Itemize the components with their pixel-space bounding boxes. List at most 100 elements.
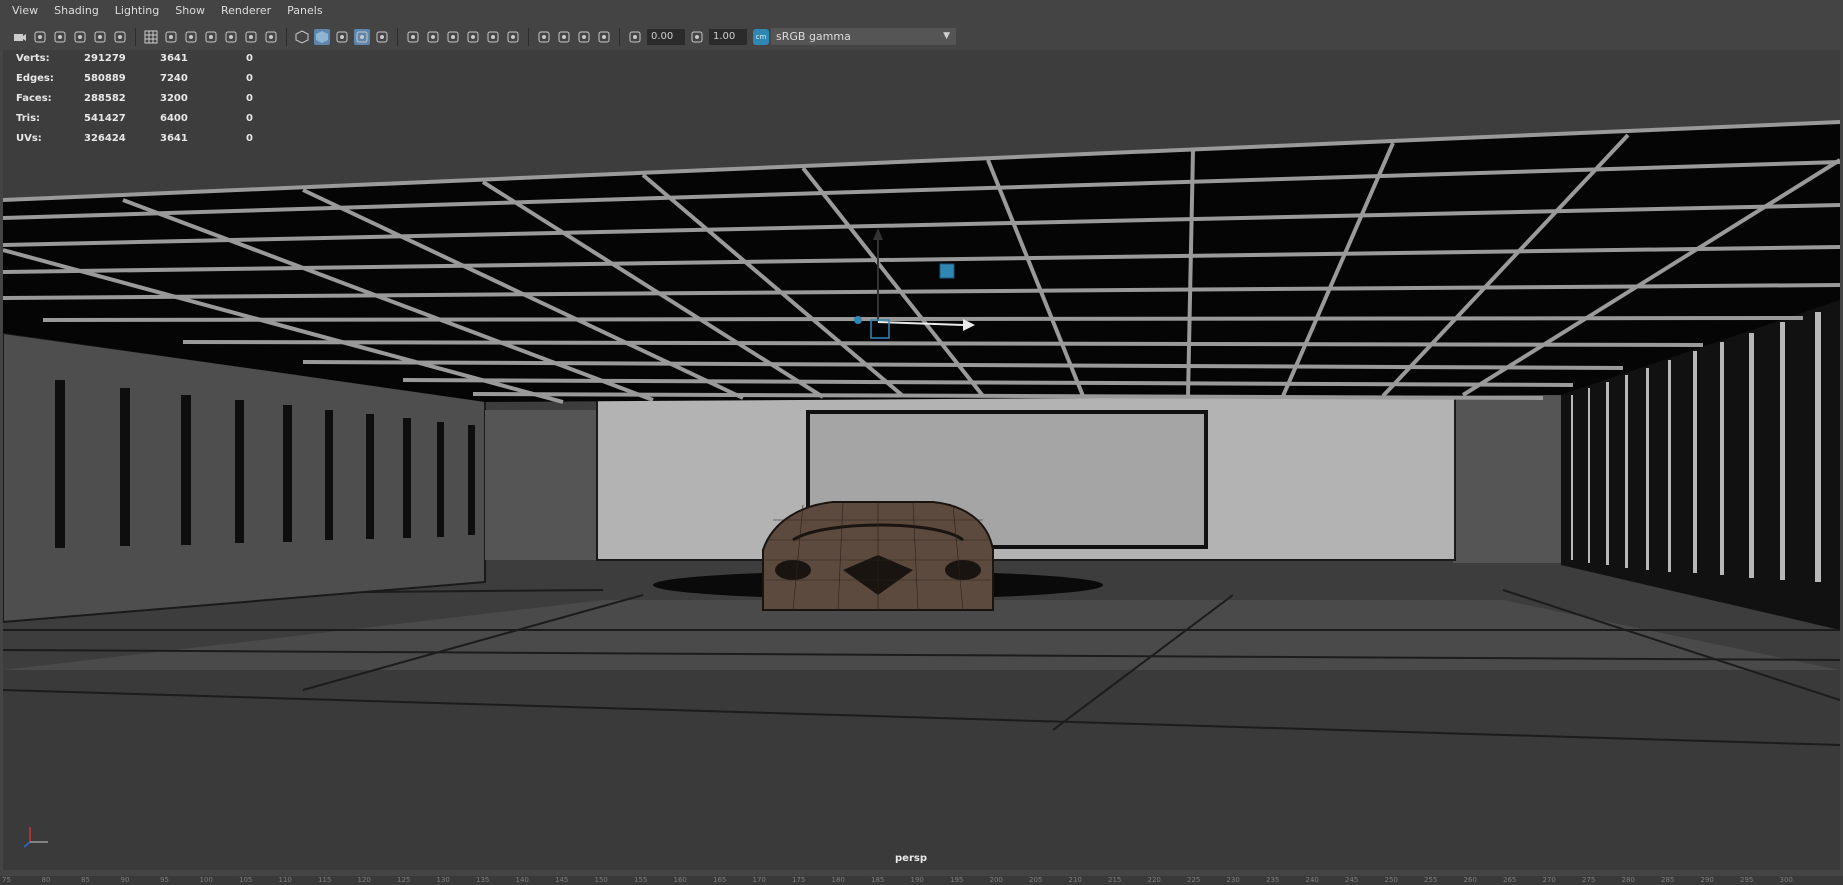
exposure-field[interactable]: 0.00 xyxy=(647,28,685,45)
ruler-tick: 180 xyxy=(831,876,845,884)
exposure-icon[interactable] xyxy=(627,29,643,45)
ruler-tick: 270 xyxy=(1542,876,1556,884)
camera-name-label: persp xyxy=(895,853,927,864)
grid-icon[interactable] xyxy=(143,29,159,45)
ruler-tick: 75 xyxy=(2,876,11,884)
ruler-tick: 205 xyxy=(1029,876,1043,884)
ruler-tick: 135 xyxy=(476,876,490,884)
hud-v1: 288582 xyxy=(84,92,126,104)
xray-joints-icon[interactable] xyxy=(596,29,612,45)
ruler-tick: 265 xyxy=(1503,876,1517,884)
viewport-persp[interactable] xyxy=(3,50,1840,870)
hud-label: Tris: xyxy=(16,112,41,124)
ruler-tick: 245 xyxy=(1345,876,1359,884)
bookmark-icon[interactable] xyxy=(52,29,68,45)
depth-of-field-icon[interactable] xyxy=(505,29,521,45)
isolate-select-icon[interactable] xyxy=(536,29,552,45)
ruler-tick: 110 xyxy=(278,876,292,884)
ruler-tick: 250 xyxy=(1384,876,1398,884)
gate-mask-icon[interactable] xyxy=(203,29,219,45)
toolbar-separator xyxy=(528,27,529,46)
default-material-icon[interactable] xyxy=(334,29,350,45)
poly-count-hud: Verts: 291279 3641 0 Edges: 580889 7240 0 Faces:… xyxy=(16,48,266,148)
motion-blur-icon[interactable] xyxy=(465,29,481,45)
toolbar-separator xyxy=(619,27,620,46)
ruler-tick: 120 xyxy=(357,876,371,884)
hud-label: Edges: xyxy=(16,72,54,84)
textured-icon[interactable] xyxy=(374,29,390,45)
menu-shading[interactable]: Shading xyxy=(46,0,107,22)
xray-icon[interactable] xyxy=(556,29,572,45)
ruler-tick: 145 xyxy=(555,876,569,884)
hud-v2: 3641 xyxy=(160,52,188,64)
hud-v3: 0 xyxy=(246,52,253,64)
smooth-shade-icon[interactable] xyxy=(314,28,330,45)
hud-v2: 3200 xyxy=(160,92,188,104)
image-plane-icon[interactable] xyxy=(72,29,88,45)
ruler-tick: 175 xyxy=(792,876,806,884)
hud-v3: 0 xyxy=(246,112,253,124)
hud-row: Tris: 541427 6400 0 xyxy=(16,108,266,128)
hud-label: Faces: xyxy=(16,92,52,104)
ruler-tick: 105 xyxy=(239,876,253,884)
scene-render xyxy=(3,120,1840,870)
camera-attributes-icon[interactable] xyxy=(32,29,48,45)
hud-v3: 0 xyxy=(246,132,253,144)
color-space-dropdown[interactable]: sRGB gamma ▼ xyxy=(771,28,956,45)
hud-row: Edges: 580889 7240 0 xyxy=(16,68,266,88)
hud-v1: 326424 xyxy=(84,132,126,144)
menu-panels[interactable]: Panels xyxy=(279,0,330,22)
screen-space-ao-icon[interactable] xyxy=(445,29,461,45)
ruler-tick: 165 xyxy=(713,876,727,884)
ruler-tick: 200 xyxy=(989,876,1003,884)
ruler-tick: 260 xyxy=(1463,876,1477,884)
wireframe-icon[interactable] xyxy=(294,29,310,45)
gamma-field[interactable]: 1.00 xyxy=(709,28,747,45)
hud-row: Verts: 291279 3641 0 xyxy=(16,48,266,68)
ruler-tick: 275 xyxy=(1582,876,1596,884)
ruler-tick: 195 xyxy=(950,876,964,884)
field-chart-icon[interactable] xyxy=(223,29,239,45)
menu-lighting[interactable]: Lighting xyxy=(107,0,167,22)
toolbar-separator xyxy=(397,27,398,46)
ruler-tick: 95 xyxy=(160,876,169,884)
time-ruler[interactable]: 75 80 85 90 95 100 105 110 115 120 125 130 135 140 145… xyxy=(0,876,1843,885)
ruler-tick: 155 xyxy=(634,876,648,884)
ruler-tick: 215 xyxy=(1108,876,1122,884)
ruler-tick: 220 xyxy=(1147,876,1161,884)
multisample-aa-icon[interactable] xyxy=(485,29,501,45)
menu-renderer[interactable]: Renderer xyxy=(213,0,279,22)
resolution-gate-icon[interactable] xyxy=(183,29,199,45)
xray-active-icon[interactable] xyxy=(576,29,592,45)
use-all-lights-icon[interactable] xyxy=(405,29,421,45)
ruler-tick: 100 xyxy=(199,876,213,884)
camera-icon[interactable] xyxy=(12,29,28,45)
ruler-tick: 170 xyxy=(752,876,766,884)
grease-pencil-icon[interactable] xyxy=(112,29,128,45)
ruler-tick: 80 xyxy=(41,876,51,884)
gamma-icon[interactable] xyxy=(689,29,705,45)
shadows-icon[interactable] xyxy=(425,29,441,45)
2d-pan-zoom-icon[interactable] xyxy=(92,29,108,45)
menu-view[interactable]: View xyxy=(0,0,46,22)
safe-action-icon[interactable] xyxy=(243,29,259,45)
toolbar-separator xyxy=(135,27,136,46)
hud-v3: 0 xyxy=(246,92,253,104)
menu-show[interactable]: Show xyxy=(167,0,213,22)
floor-near xyxy=(3,670,1840,870)
view-axis-icon xyxy=(23,827,48,848)
back-wall-left xyxy=(485,410,597,560)
safe-title-icon[interactable] xyxy=(263,29,279,45)
car-wireframe xyxy=(762,501,994,611)
ruler-tick: 190 xyxy=(910,876,924,884)
ruler-tick: 185 xyxy=(871,876,885,884)
hud-label: UVs: xyxy=(16,132,42,144)
wireframe-on-shaded-icon[interactable] xyxy=(354,28,370,45)
ruler-tick: 130 xyxy=(436,876,450,884)
ruler-tick: 115 xyxy=(318,876,332,884)
ruler-tick: 85 xyxy=(81,876,90,884)
hud-v2: 7240 xyxy=(160,72,188,84)
hud-v1: 580889 xyxy=(84,72,126,84)
film-gate-icon[interactable] xyxy=(163,29,179,45)
color-management-icon[interactable]: cm xyxy=(753,28,769,45)
